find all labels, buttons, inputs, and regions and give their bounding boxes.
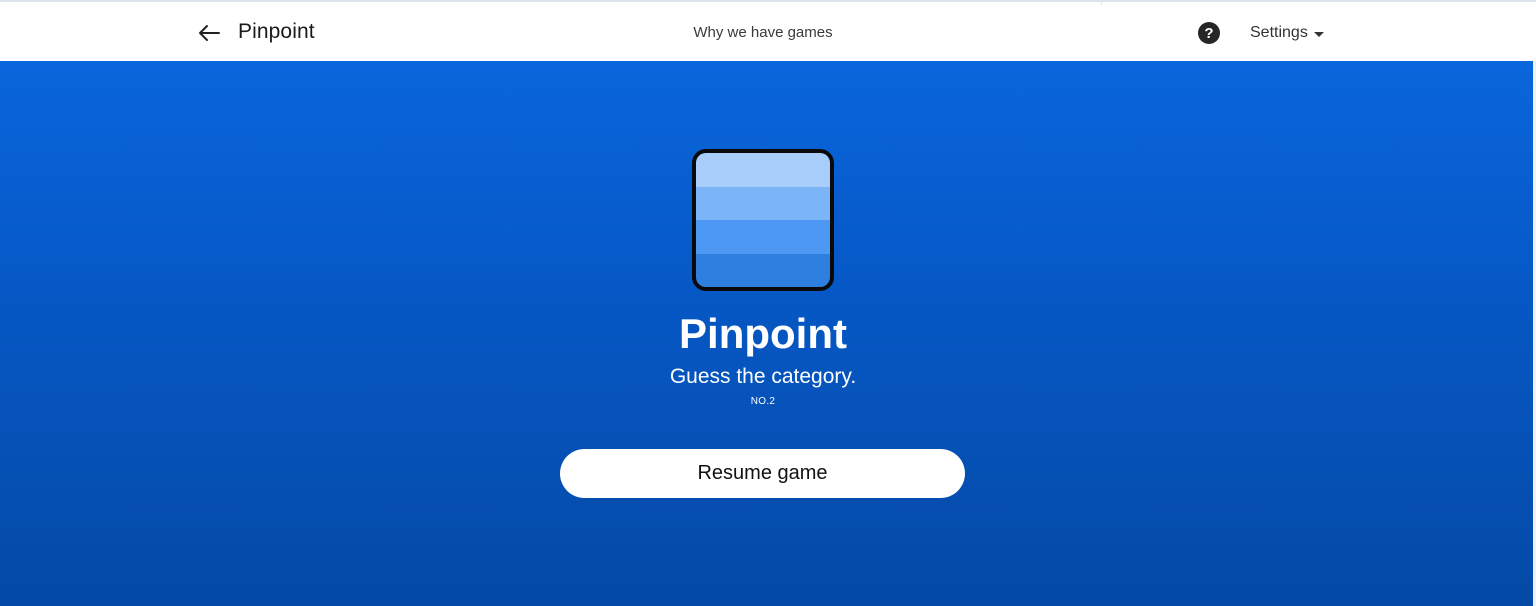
resume-game-button[interactable]: Resume game (560, 449, 965, 498)
help-icon[interactable]: ? (1198, 22, 1220, 44)
top-divider (1101, 2, 1102, 5)
top-navigation-bar: Pinpoint Why we have games ? Settings (0, 0, 1536, 61)
game-subtitle: Guess the category. (669, 365, 857, 388)
settings-label: Settings (1250, 24, 1308, 41)
pinpoint-logo-icon (692, 149, 834, 291)
game-number: NO.2 (750, 396, 776, 407)
help-icon-glyph: ? (1204, 24, 1214, 42)
game-title: Pinpoint (679, 310, 847, 357)
caret-down-icon (1313, 31, 1324, 37)
settings-dropdown[interactable]: Settings (1250, 24, 1324, 42)
logo-band-4 (696, 253, 830, 287)
why-we-have-games-link-text[interactable]: Why we have games (693, 24, 832, 41)
logo-band-3 (696, 220, 830, 254)
logo-band-1 (696, 153, 830, 187)
logo-band-2 (696, 186, 830, 220)
